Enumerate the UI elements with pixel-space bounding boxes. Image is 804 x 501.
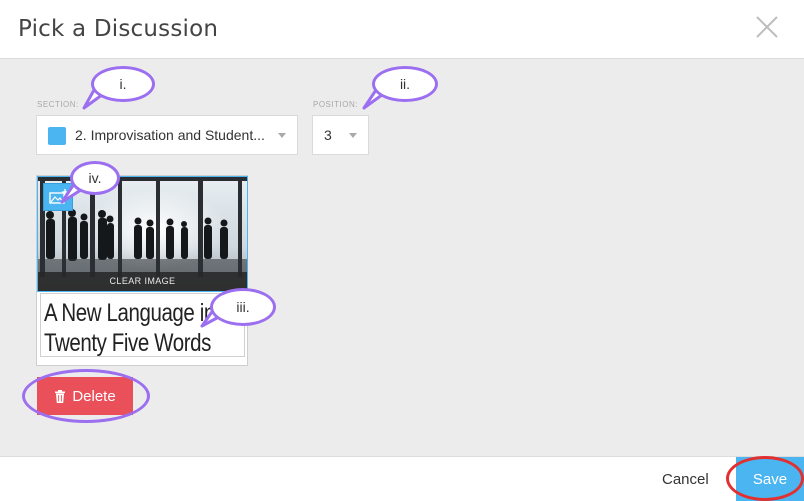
close-icon[interactable] (754, 14, 780, 40)
section-label: SECTION: (37, 100, 79, 109)
annotation-label: iv. (88, 170, 102, 186)
dialog-footer: Cancel Save (0, 456, 804, 501)
position-label: POSITION: (313, 100, 358, 109)
annotation-bubble-ii: ii. (372, 66, 438, 102)
save-highlight-ring (726, 456, 804, 501)
card-title-line: A New Language in (44, 299, 215, 327)
position-select-value: 3 (324, 127, 332, 143)
annotation-label: ii. (399, 76, 411, 92)
chevron-down-icon (278, 133, 286, 138)
section-select-value: 2. Improvisation and Student... (75, 127, 265, 143)
position-select[interactable]: 3 (312, 115, 369, 155)
chevron-down-icon (349, 133, 357, 138)
clear-image-button[interactable]: CLEAR IMAGE (38, 272, 247, 291)
card-title-line: Twenty Five Words (44, 329, 211, 357)
dialog-title: Pick a Discussion (18, 16, 219, 42)
delete-highlight-ring (22, 369, 150, 423)
dialog-header: Pick a Discussion (0, 0, 804, 59)
section-select[interactable]: 2. Improvisation and Student... (36, 115, 298, 155)
annotation-label: iii. (236, 299, 250, 315)
annotation-bubble-iii: iii. (210, 288, 276, 326)
annotation-bubble-i: i. (91, 66, 155, 102)
section-color-swatch (48, 127, 66, 145)
annotation-label: i. (119, 76, 127, 92)
cancel-button[interactable]: Cancel (662, 471, 709, 488)
annotation-bubble-iv: iv. (70, 161, 120, 195)
